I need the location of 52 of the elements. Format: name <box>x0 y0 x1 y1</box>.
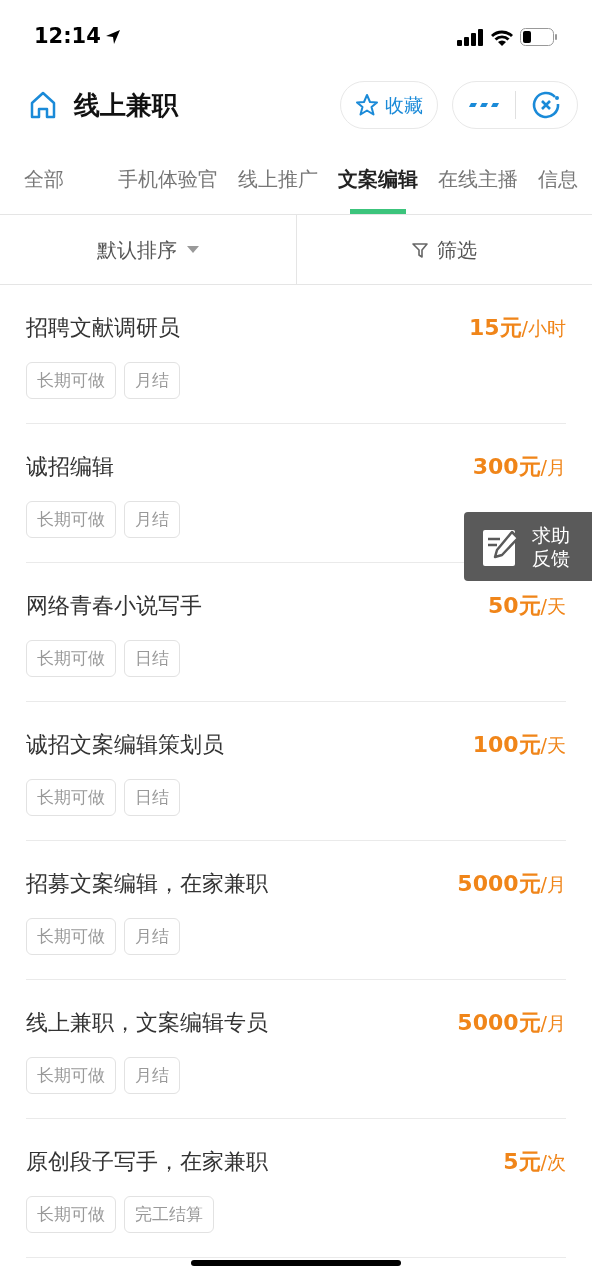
job-tag: 日结 <box>124 779 180 816</box>
job-title[interactable]: 诚招文案编辑策划员 <box>26 728 224 761</box>
job-title[interactable]: 网络青春小说写手 <box>26 589 202 622</box>
category-tab[interactable]: 线上推广 <box>238 164 318 214</box>
job-title[interactable]: 线上兼职，文案编辑专员 <box>26 1006 268 1039</box>
job-tag: 月结 <box>124 501 180 538</box>
location-arrow-icon <box>104 29 121 45</box>
job-title[interactable]: 诚招编辑 <box>26 450 114 483</box>
sort-dropdown[interactable]: 默认排序 <box>0 215 297 284</box>
job-tag: 长期可做 <box>26 501 116 538</box>
job-pay: 300元/月 <box>472 453 566 481</box>
battery-icon <box>520 28 558 46</box>
status-time: 12:14 <box>34 23 101 51</box>
category-tab[interactable]: 文案编辑 <box>338 164 418 214</box>
job-tag: 长期可做 <box>26 640 116 677</box>
wifi-icon <box>490 28 514 46</box>
more-icon[interactable] <box>467 102 500 108</box>
job-pay: 100元/天 <box>472 731 566 759</box>
job-pay: 5000元/月 <box>457 870 566 898</box>
job-tag: 长期可做 <box>26 1057 116 1094</box>
tab-underline <box>350 209 406 214</box>
signal-icon <box>457 28 484 46</box>
job-tag: 月结 <box>124 1057 180 1094</box>
job-tag: 长期可做 <box>26 779 116 816</box>
job-tag: 完工结算 <box>124 1196 214 1233</box>
category-tab[interactable]: 全部 <box>24 164 64 214</box>
page-title: 线上兼职 <box>74 88 180 122</box>
job-pay: 15元/小时 <box>468 314 566 342</box>
job-tag: 日结 <box>124 640 180 677</box>
category-tab[interactable]: 手机体验官 <box>118 164 218 214</box>
caret-icon <box>186 246 199 253</box>
close-icon[interactable] <box>531 90 562 120</box>
job-tag: 长期可做 <box>26 362 116 399</box>
feedback-label: 求助 <box>532 523 570 547</box>
job-tag: 长期可做 <box>26 1196 116 1233</box>
category-tab[interactable]: 在线主播 <box>438 164 518 214</box>
job-pay: 50元/天 <box>487 592 566 620</box>
filter-button[interactable]: 筛选 <box>296 215 592 284</box>
home-icon[interactable] <box>28 90 58 120</box>
job-pay: 5元/次 <box>503 1148 566 1176</box>
job-tag: 月结 <box>124 918 180 955</box>
job-title[interactable]: 招聘文献调研员 <box>26 311 180 344</box>
job-title[interactable]: 原创段子写手，在家兼职 <box>26 1145 268 1178</box>
job-tag: 长期可做 <box>26 918 116 955</box>
feedback-label: 反馈 <box>532 546 570 570</box>
category-tab[interactable]: 信息 <box>538 164 578 214</box>
filter-icon <box>411 240 430 259</box>
job-pay: 5000元/月 <box>457 1009 566 1037</box>
star-icon <box>355 93 379 117</box>
feedback-button[interactable]: 求助 反馈 <box>464 512 592 581</box>
job-title[interactable]: 招募文案编辑，在家兼职 <box>26 867 268 900</box>
job-tag: 月结 <box>124 362 180 399</box>
